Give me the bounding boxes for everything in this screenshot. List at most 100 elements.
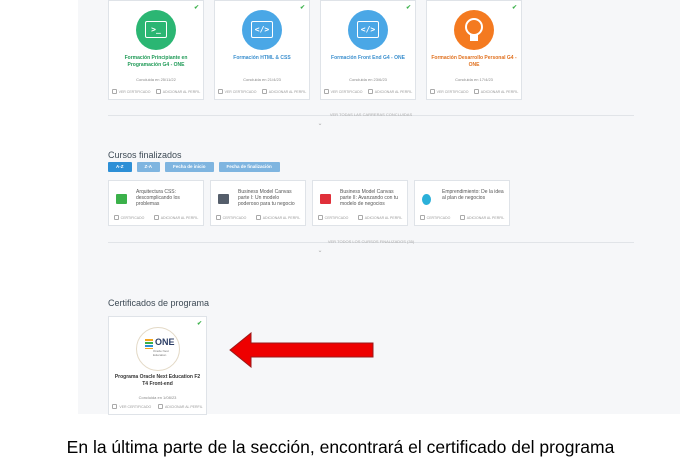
training-card-desarrollo-personal[interactable]: ✔ Formación Desarrollo Personal G4 - ONE… bbox=[426, 0, 522, 100]
course-card[interactable]: Business Model Canvas parte I: Un modelo… bbox=[210, 180, 306, 226]
add-to-profile-label: ADICIONAR AL PERFIL bbox=[364, 215, 403, 220]
course-title: Emprendimiento: De la idea al plan de ne… bbox=[442, 189, 504, 201]
certificate-link[interactable]: CERTIFICADO bbox=[317, 215, 349, 220]
finished-courses-title: Cursos finalizados bbox=[108, 150, 182, 160]
certificate-link[interactable]: CERTIFICADO bbox=[113, 215, 145, 220]
filter-z-a[interactable]: Z-A bbox=[136, 162, 160, 172]
add-to-profile-label: ADICIONAR AL PERFIL bbox=[165, 404, 203, 409]
course-card[interactable]: Emprendimiento: De la idea al plan de ne… bbox=[414, 180, 510, 226]
profile-icon bbox=[473, 89, 479, 94]
completed-check-icon: ✔ bbox=[511, 5, 517, 11]
one-logo-subtext: Oracle Next Education bbox=[153, 349, 169, 357]
profile-icon bbox=[357, 215, 363, 220]
certificate-icon bbox=[113, 215, 119, 220]
filter-a-z[interactable]: A-Z bbox=[108, 162, 132, 172]
program-certificates-title: Certificados de programa bbox=[108, 298, 210, 308]
certificate-label: CERTIFICADO bbox=[426, 215, 451, 220]
certificate-label: CERTIFICADO bbox=[324, 215, 349, 220]
profile-icon bbox=[155, 89, 161, 94]
add-to-profile-label: ADICIONAR AL PERFIL bbox=[466, 215, 505, 220]
training-card-principiante[interactable]: ✔ >_ Formación Principiante en Programac… bbox=[108, 0, 204, 100]
add-to-profile-label: ADICIONAR AL PERFIL bbox=[162, 89, 201, 94]
add-to-profile-link[interactable]: ADICIONAR AL PERFIL bbox=[459, 215, 505, 220]
training-date: Concluida en 17/4/23 bbox=[455, 77, 493, 82]
filter-start-date[interactable]: Fecha de inicio bbox=[165, 162, 214, 172]
view-certificate-link[interactable]: VER CERTIFICADO bbox=[217, 89, 257, 94]
code-icon: </> bbox=[242, 10, 282, 50]
view-certificate-label: VER CERTIFICADO bbox=[118, 89, 151, 94]
add-to-profile-label: ADICIONAR AL PERFIL bbox=[262, 215, 301, 220]
add-to-profile-label: ADICIONAR AL PERFIL bbox=[160, 215, 199, 220]
program-title: Programa Oracle Next Education F2 T4 Fro… bbox=[114, 374, 201, 387]
training-date: Concluida en 23/6/23 bbox=[349, 77, 387, 82]
completed-check-icon: ✔ bbox=[299, 5, 305, 11]
program-certificate-card[interactable]: ✔ ONE Oracle Next Education Programa Ora… bbox=[108, 316, 207, 415]
code-icon: </> bbox=[348, 10, 388, 50]
certificate-icon bbox=[429, 89, 435, 94]
training-title: Formación Principiante en Programación G… bbox=[124, 55, 188, 68]
add-to-profile-link[interactable]: ADICIONAR AL PERFIL bbox=[255, 215, 301, 220]
course-title: Business Model Canvas parte II: Avanzand… bbox=[340, 189, 399, 207]
add-to-profile-link[interactable]: ADICIONAR AL PERFIL bbox=[357, 215, 403, 220]
completed-check-icon: ✔ bbox=[196, 321, 202, 327]
add-to-profile-link[interactable]: ADICIONAR AL PERFIL bbox=[153, 215, 199, 220]
certificate-icon bbox=[317, 215, 323, 220]
add-to-profile-label: ADICIONAR AL PERFIL bbox=[480, 89, 519, 94]
completed-check-icon: ✔ bbox=[193, 5, 199, 11]
certificate-label: CERTIFICADO bbox=[120, 215, 145, 220]
add-to-profile-label: ADICIONAR AL PERFIL bbox=[268, 89, 307, 94]
view-certificate-label: VER CERTIFICADO bbox=[436, 89, 469, 94]
pointer-arrow-icon bbox=[229, 332, 374, 368]
profile-icon bbox=[459, 215, 465, 220]
caption-text: En la última parte de la sección, encont… bbox=[66, 437, 615, 457]
certificate-icon bbox=[217, 89, 223, 94]
see-all-trainings-link[interactable]: VER TODAS LAS CARRERAS CONCLUIDAS bbox=[108, 112, 634, 117]
view-certificate-link[interactable]: VER CERTIFICADO bbox=[429, 89, 469, 94]
view-certificate-label: VER CERTIFICADO bbox=[119, 404, 152, 409]
course-card[interactable]: Business Model Canvas parte II: Avanzand… bbox=[312, 180, 408, 226]
view-certificate-link[interactable]: VER CERTIFICADO bbox=[111, 89, 151, 94]
training-card-html-css[interactable]: ✔ </> Formación HTML & CSS Concluida en … bbox=[214, 0, 310, 100]
certificate-icon bbox=[419, 215, 425, 220]
add-to-profile-link[interactable]: ADICIONAR AL PERFIL bbox=[367, 89, 413, 94]
course-filters: A-Z Z-A Fecha de inicio Fecha de finaliz… bbox=[108, 162, 280, 172]
add-to-profile-link[interactable]: ADICIONAR AL PERFIL bbox=[261, 89, 307, 94]
lightbulb-icon bbox=[422, 194, 431, 205]
add-to-profile-link[interactable]: ADICIONAR AL PERFIL bbox=[473, 89, 519, 94]
profile-icon bbox=[367, 89, 373, 94]
certificate-icon bbox=[112, 404, 118, 409]
filter-end-date[interactable]: Fecha de finalización bbox=[218, 162, 280, 172]
training-card-front-end[interactable]: ✔ </> Formación Front End G4 - ONE Concl… bbox=[320, 0, 416, 100]
add-to-profile-label: ADICIONAR AL PERFIL bbox=[374, 89, 413, 94]
view-certificate-link[interactable]: VER CERTIFICADO bbox=[323, 89, 362, 94]
profile-icon bbox=[158, 404, 163, 409]
view-certificate-link[interactable]: VER CERTIFICADO bbox=[112, 404, 151, 409]
certificate-icon bbox=[323, 89, 329, 94]
certificate-label: CERTIFICADO bbox=[222, 215, 247, 220]
lightbulb-icon bbox=[454, 10, 494, 50]
section-divider: VER TODOS LOS CURSOS FINALIZADOS (35) bbox=[108, 239, 634, 244]
certificate-link[interactable]: CERTIFICADO bbox=[215, 215, 247, 220]
chevron-down-icon[interactable]: ⌄ bbox=[315, 120, 325, 127]
add-to-profile-link[interactable]: ADICIONAR AL PERFIL bbox=[158, 404, 203, 409]
profile-icon bbox=[261, 89, 267, 94]
see-all-courses-link[interactable]: VER TODOS LOS CURSOS FINALIZADOS (35) bbox=[108, 239, 634, 244]
training-title: Formación Desarrollo Personal G4 - ONE bbox=[431, 55, 517, 68]
certificate-link[interactable]: CERTIFICADO bbox=[419, 215, 451, 220]
course-title: Arquitectura CSS: descomplicando los pro… bbox=[136, 189, 180, 207]
course-icon bbox=[320, 194, 331, 204]
course-icon bbox=[116, 194, 127, 204]
certificate-icon bbox=[111, 89, 117, 94]
training-title: Formación HTML & CSS bbox=[233, 55, 291, 61]
chevron-down-icon[interactable]: ⌄ bbox=[315, 247, 325, 254]
add-to-profile-link[interactable]: ADICIONAR AL PERFIL bbox=[155, 89, 201, 94]
course-card[interactable]: Arquitectura CSS: descomplicando los pro… bbox=[108, 180, 204, 226]
profile-icon bbox=[153, 215, 159, 220]
section-divider: VER TODAS LAS CARRERAS CONCLUIDAS bbox=[108, 112, 634, 117]
course-title: Business Model Canvas parte I: Un modelo… bbox=[238, 189, 295, 207]
view-certificate-label: VER CERTIFICADO bbox=[224, 89, 257, 94]
program-date: Concluida en 1/08/23 bbox=[138, 395, 177, 400]
completed-check-icon: ✔ bbox=[405, 5, 411, 11]
training-date: Concluida en 25/11/22 bbox=[136, 77, 176, 82]
terminal-icon: >_ bbox=[136, 10, 176, 50]
